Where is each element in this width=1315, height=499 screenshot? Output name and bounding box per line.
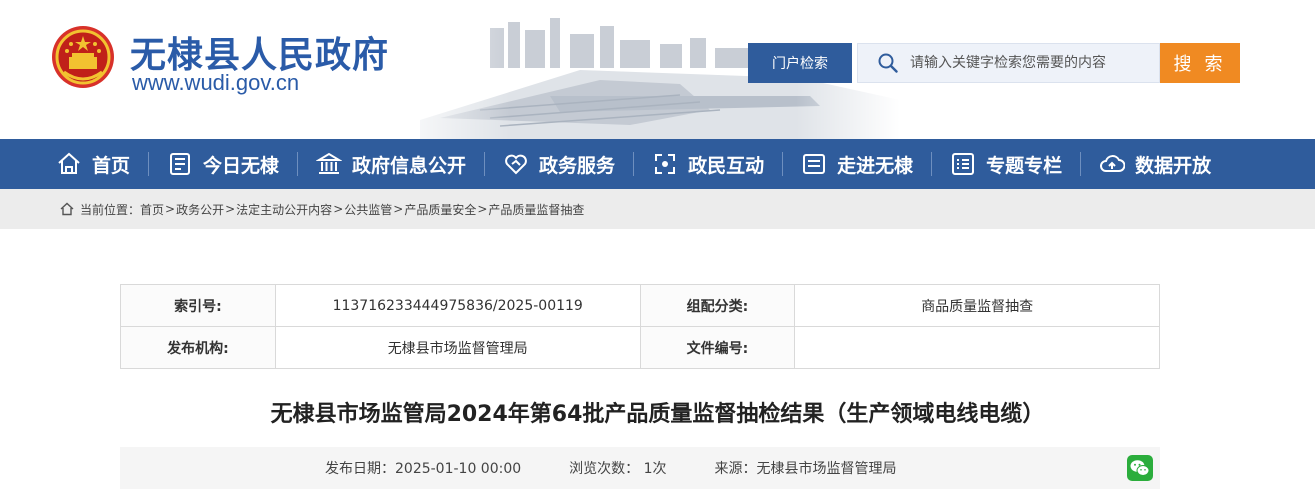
wechat-share-icon[interactable]: [1127, 455, 1153, 481]
category-value: 商品质量监督抽查: [794, 284, 1160, 327]
nav-divider: [297, 152, 299, 176]
nav-item-label: 走进无棣: [837, 154, 914, 177]
list-icon: [952, 153, 975, 175]
search-input[interactable]: [908, 54, 1152, 72]
doc-number-value: [794, 326, 1160, 369]
nav-item-label: 政府信息公开: [352, 154, 467, 177]
nav-item-interaction[interactable]: 政民互动: [652, 139, 764, 189]
breadcrumb-link[interactable]: 产品质量监督抽查: [488, 201, 584, 218]
doc-number-label: 文件编号:: [639, 326, 796, 369]
handshake-icon: [505, 154, 527, 175]
breadcrumb-link[interactable]: 法定主动公开内容: [236, 201, 332, 218]
nav-divider: [1080, 152, 1082, 176]
intro-card-icon: [803, 154, 826, 174]
nav-item-open-data[interactable]: 数据开放: [1099, 139, 1211, 189]
breadcrumb-link[interactable]: 公共监管: [344, 201, 392, 218]
site-header: 无棣县人民政府 www.wudi.gov.cn 门户检索 搜 索: [0, 0, 1315, 139]
document-meta-table: 索引号: 11371623344497583​6/2025-00119 组配分类…: [120, 284, 1160, 369]
portal-search-button[interactable]: 门户检索: [748, 43, 852, 83]
nav-divider: [633, 152, 635, 176]
nav-divider: [782, 152, 784, 176]
category-label: 组配分类:: [639, 284, 796, 327]
newspaper-icon: [170, 153, 191, 175]
publisher-label: 发布机构:: [120, 326, 276, 369]
home-icon: [60, 202, 74, 216]
national-emblem-logo: [52, 26, 114, 88]
breadcrumb-separator: >: [225, 202, 236, 216]
article-title: 无棣县市场监管局2024年第64批产品质量监督抽检结果（生产领域电线电缆）: [270, 402, 1045, 427]
nav-item-topics[interactable]: 专题专栏: [950, 139, 1062, 189]
search-box: [857, 43, 1160, 83]
nav-divider: [484, 152, 486, 176]
nav-item-label: 数据开放: [1135, 154, 1212, 177]
publish-date: 发布日期：2025-01-10 00:00: [325, 461, 522, 477]
table-row: 发布机构: 无棣县市场监督管理局 文件编号:: [120, 326, 1160, 369]
breadcrumb-separator: >: [333, 202, 344, 216]
nav-item-label: 政民互动: [688, 154, 765, 177]
table-row: 索引号: 11371623344497583​6/2025-00119 组配分类…: [120, 284, 1160, 327]
view-count: 浏览次数： 1次: [569, 461, 667, 477]
home-icon: [58, 152, 80, 174]
nav-item-today[interactable]: 今日无棣: [167, 139, 279, 189]
main-nav: 首页 今日无棣 政府信息公开 政务服务 政民互动 走进无棣 专题专栏 数据开放: [0, 139, 1315, 189]
index-label: 索引号:: [120, 284, 276, 327]
article-info-bar: 发布日期：2025-01-10 00:00 浏览次数： 1次 来源：无棣县市场监…: [120, 447, 1160, 489]
nav-item-about[interactable]: 走进无棣: [801, 139, 913, 189]
search-icon: [878, 53, 898, 73]
breadcrumb-link[interactable]: 首页: [140, 201, 164, 218]
nav-item-gov-info[interactable]: 政府信息公开: [316, 139, 466, 189]
search-button[interactable]: 搜 索: [1160, 43, 1240, 83]
nav-item-services[interactable]: 政务服务: [503, 139, 615, 189]
nav-item-label: 专题专栏: [986, 154, 1063, 177]
nav-item-label: 今日无棣: [203, 154, 280, 177]
breadcrumb-link[interactable]: 产品质量安全: [404, 201, 476, 218]
breadcrumb-separator: >: [165, 202, 176, 216]
nav-item-label: 政务服务: [539, 154, 616, 177]
publisher-value: 无棣县市场监督管理局: [274, 326, 641, 369]
breadcrumb: 当前位置： 首页 > 政务公开 > 法定主动公开内容 > 公共监管 > 产品质量安全 > …: [0, 189, 1315, 229]
breadcrumb-separator: >: [477, 202, 488, 216]
breadcrumb-prefix: 当前位置：: [80, 202, 141, 217]
article-source: 来源：无棣县市场监督管理局: [714, 461, 897, 477]
nav-item-label: 首页: [92, 154, 131, 177]
index-value: 11371623344497583​6/2025-00119: [274, 284, 641, 327]
site-url[interactable]: www.wudi.gov.cn: [132, 70, 299, 96]
nav-divider: [148, 152, 150, 176]
cloud-upload-icon: [1100, 155, 1126, 172]
government-building-icon: [316, 152, 343, 174]
nav-item-home[interactable]: 首页: [56, 139, 130, 189]
breadcrumb-separator: >: [393, 202, 404, 216]
nav-divider: [931, 152, 933, 176]
interaction-icon: [655, 154, 676, 174]
breadcrumb-link[interactable]: 政务公开: [176, 201, 224, 218]
